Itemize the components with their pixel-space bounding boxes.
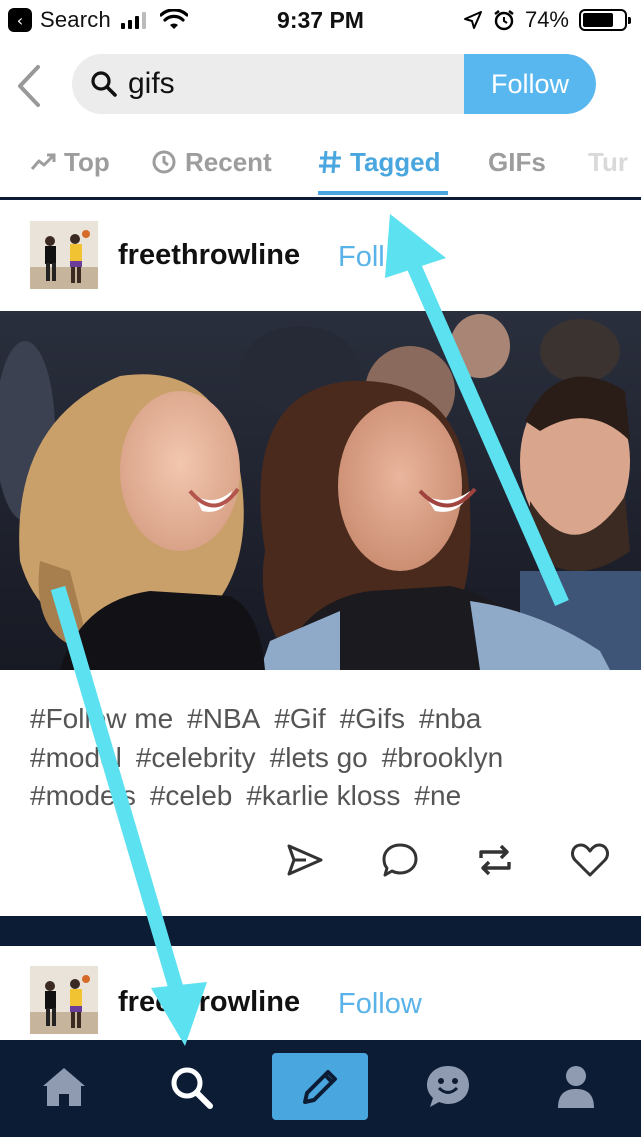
follow-search-button[interactable]: Follow (464, 54, 596, 114)
post-gif-image[interactable] (0, 311, 641, 670)
tab-recent-label: Recent (185, 146, 272, 177)
tag[interactable]: #Gif (274, 703, 325, 734)
avatar[interactable] (30, 221, 98, 289)
account-icon (558, 1066, 594, 1108)
bottom-navigation (0, 1040, 641, 1137)
tab-recent[interactable]: Recent (151, 142, 272, 182)
comment-button[interactable] (378, 838, 422, 882)
home-icon (43, 1068, 85, 1106)
post-follow-button[interactable]: Follow (338, 988, 422, 1021)
location-arrow-icon (463, 11, 482, 29)
tag[interactable]: #model (30, 742, 122, 773)
nav-compose[interactable] (272, 1053, 368, 1120)
nav-activity[interactable] (400, 1054, 496, 1120)
tag[interactable]: #NBA (187, 703, 260, 734)
reblog-button[interactable] (473, 838, 517, 882)
back-chevron-icon[interactable] (14, 64, 44, 108)
clock-icon (152, 150, 176, 174)
battery-percent: 74% (524, 7, 569, 32)
tab-tagged[interactable]: Tagged (318, 142, 441, 182)
avatar-image (30, 221, 98, 289)
share-icon (287, 844, 323, 876)
status-right: 74% (463, 7, 631, 33)
avatar-image (30, 966, 98, 1034)
tab-gifs[interactable]: GIFs (488, 142, 546, 182)
tab-tagged-label: Tagged (350, 146, 441, 177)
search-input[interactable] (128, 54, 458, 114)
post-header: freethrowline Foll (0, 201, 641, 311)
search-icon (171, 1067, 213, 1109)
tag[interactable]: #brooklyn (382, 742, 503, 773)
tab-top[interactable]: Top (30, 142, 110, 182)
hash-icon (319, 150, 341, 174)
tag[interactable]: #karlie kloss (246, 780, 400, 811)
trending-icon (30, 153, 56, 170)
tag[interactable]: #nba (419, 703, 481, 734)
like-button[interactable] (568, 838, 612, 882)
active-tab-indicator (318, 191, 448, 195)
battery-icon (579, 9, 631, 31)
compose-pencil-icon (303, 1069, 337, 1104)
tab-gifs-label: GIFs (488, 146, 546, 177)
tab-tumblrs-label: Tur (588, 146, 628, 177)
tag[interactable]: #celeb (150, 780, 233, 811)
search-header: Follow (0, 42, 641, 128)
smiley-face-icon (427, 1066, 469, 1107)
share-button[interactable] (283, 838, 327, 882)
post-username[interactable]: freethrowline (118, 239, 300, 272)
post-tags: #Follow me #NBA #Gif #Gifs #nba #model #celeb… (30, 700, 620, 816)
nav-account[interactable] (528, 1054, 624, 1120)
post-actions (0, 838, 641, 882)
tab-top-label: Top (64, 146, 110, 177)
tag[interactable]: #Gifs (340, 703, 405, 734)
tag[interactable]: #celebrity (136, 742, 256, 773)
search-tabs: Top Recent Tagged GIFs Tur (0, 128, 641, 200)
heart-icon (571, 843, 609, 877)
tag[interactable]: #Follow me (30, 703, 173, 734)
reblog-icon (479, 844, 511, 876)
post-header: freethrowline Follow (0, 946, 641, 1040)
tab-tumblrs[interactable]: Tur (588, 142, 628, 182)
gif-photo (0, 311, 641, 670)
post-separator (0, 916, 641, 946)
search-icon (91, 71, 117, 97)
post-follow-button[interactable]: Foll (338, 241, 385, 274)
alarm-icon (494, 10, 514, 31)
post-username[interactable]: freethrowline (118, 986, 300, 1019)
tag[interactable]: #models (30, 780, 136, 811)
status-bar: ‹ Search 9:37 PM 74% (0, 0, 641, 42)
nav-search[interactable] (143, 1054, 239, 1120)
tag[interactable]: #ne (414, 780, 461, 811)
nav-home[interactable] (16, 1054, 112, 1120)
avatar[interactable] (30, 966, 98, 1034)
tag[interactable]: #lets go (270, 742, 368, 773)
search-bar[interactable]: Follow (72, 54, 596, 114)
comment-icon (382, 843, 418, 877)
